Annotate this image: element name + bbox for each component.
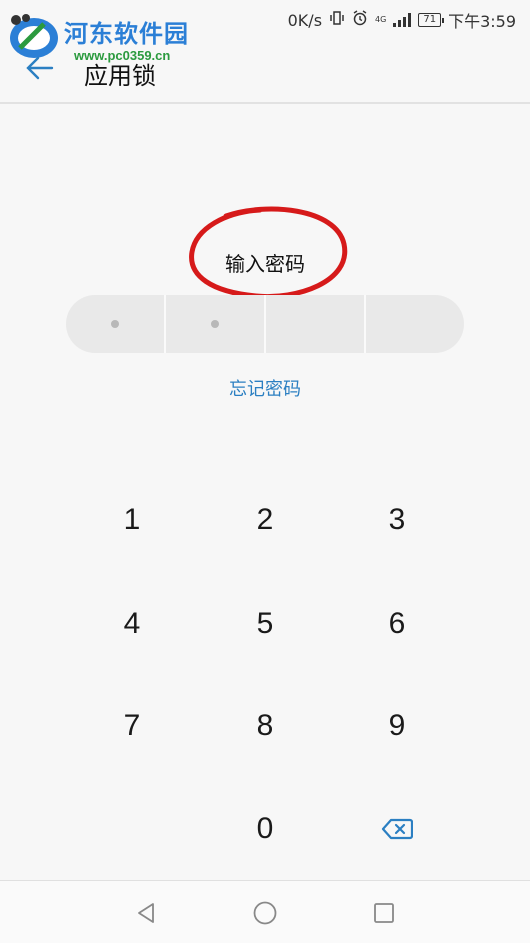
key-6[interactable]: 6 [342,584,452,664]
system-nav-bar [0,880,530,943]
key-0[interactable]: 0 [210,789,320,869]
key-9[interactable]: 9 [342,686,452,766]
pin-input[interactable] [66,295,464,353]
key-3[interactable]: 3 [342,480,452,560]
pin-cell-2 [166,295,266,353]
key-8[interactable]: 8 [210,686,320,766]
triangle-back-icon [138,903,154,923]
key-1[interactable]: 1 [77,480,187,560]
vibrate-icon [329,10,345,30]
backspace-icon [381,818,413,840]
signal-icon [393,13,412,27]
password-prompt: 输入密码 [225,252,305,276]
network-type: 4G [375,15,387,24]
back-button[interactable] [22,50,58,86]
circle-home-icon [253,901,277,925]
network-speed: 0K/s [287,10,323,30]
pin-cell-4 [366,295,464,353]
delete-key[interactable] [342,789,452,869]
key-4[interactable]: 4 [77,584,187,664]
pin-cell-3 [266,295,366,353]
nav-recents-button[interactable] [364,893,404,933]
pin-dot-filled [211,320,219,328]
app-header: 应用锁 [0,36,530,104]
battery-icon: 71 [418,13,444,27]
page-title: 应用锁 [84,62,156,90]
nav-home-button[interactable] [245,893,285,933]
key-7[interactable]: 7 [77,686,187,766]
pin-dot-filled [111,320,119,328]
pin-cell-1 [66,295,166,353]
alarm-icon [352,10,368,30]
status-time: 下午3:59 [448,12,516,31]
nav-back-button[interactable] [126,893,166,933]
arrow-left-icon [26,56,54,80]
key-5[interactable]: 5 [210,584,320,664]
forgot-password-link[interactable]: 忘记密码 [0,375,530,401]
square-recents-icon [374,903,394,923]
key-2[interactable]: 2 [210,480,320,560]
status-bar: 0K/s 4G 71 下午3:59 [0,0,530,36]
